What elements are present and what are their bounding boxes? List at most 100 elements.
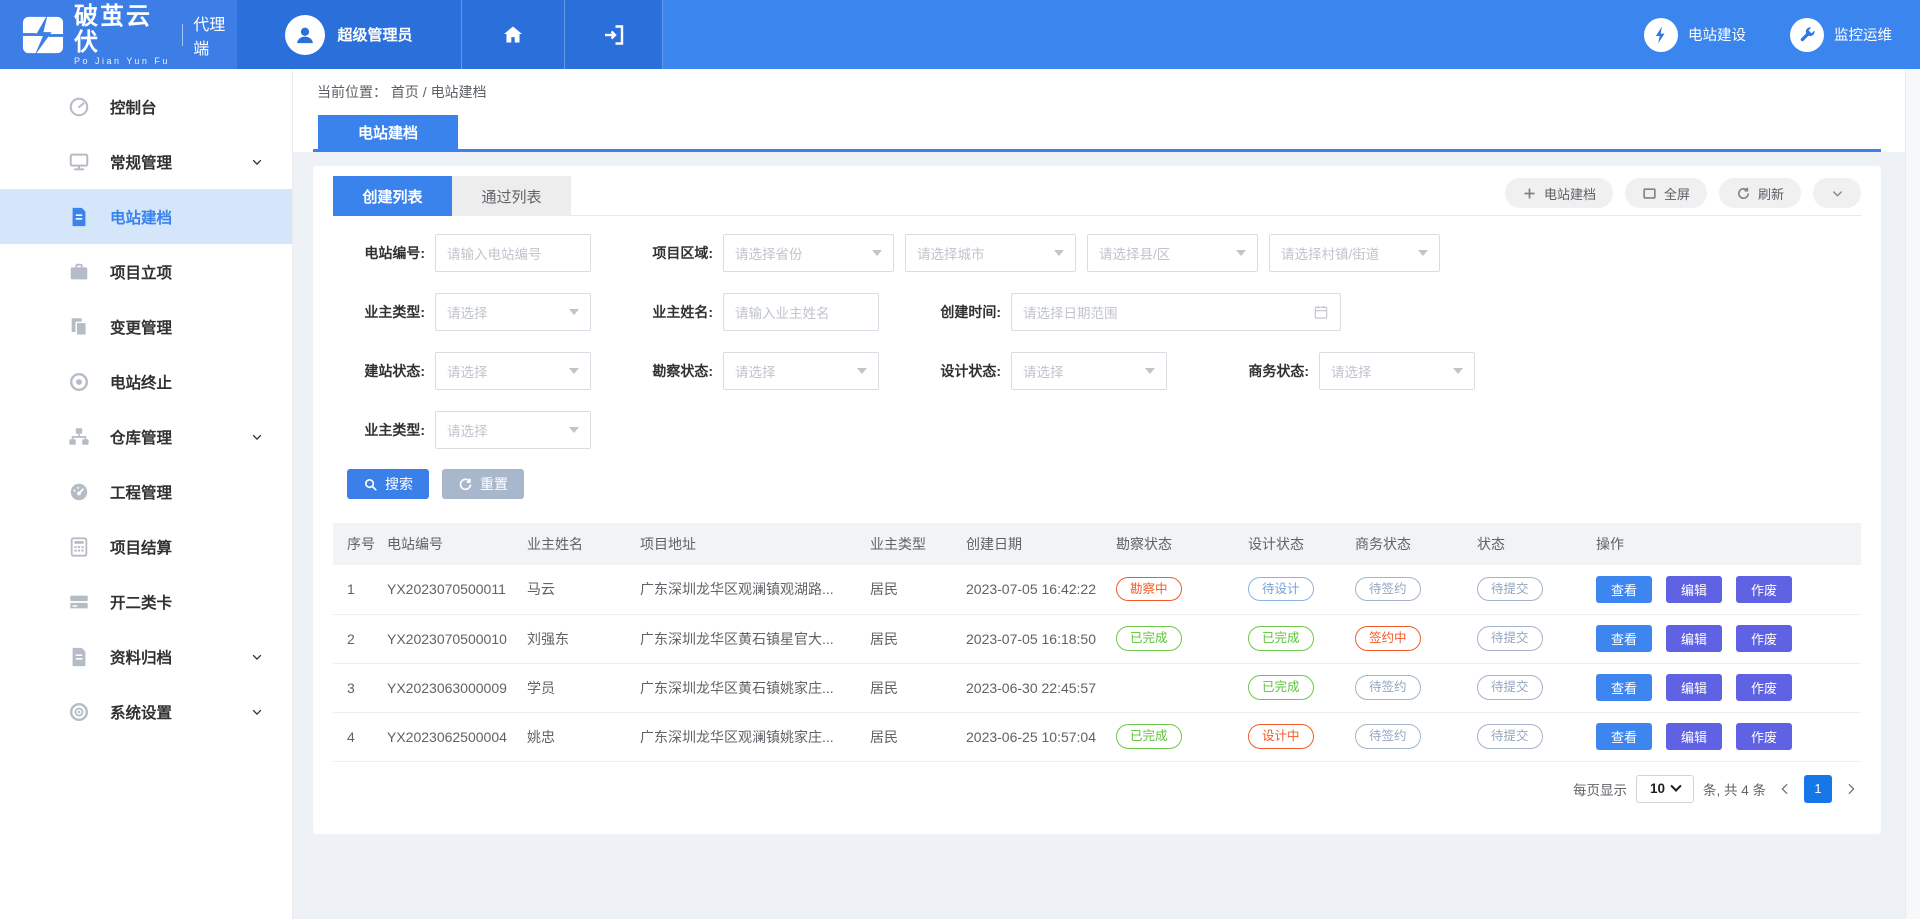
sidebar-item-station-archive[interactable]: 电站建档 <box>0 189 292 244</box>
toolbar-collapse-button[interactable] <box>1813 178 1861 208</box>
page-1-button[interactable]: 1 <box>1804 775 1832 803</box>
divider <box>182 24 183 46</box>
select-arrow-icon <box>872 250 882 256</box>
void-button[interactable]: 作废 <box>1736 674 1792 701</box>
prev-page-button[interactable] <box>1775 779 1795 799</box>
owner-name-cell: 姚忠 <box>519 712 632 761</box>
sidebar-item-second-type-card[interactable]: 开二类卡 <box>0 574 292 629</box>
survey-status-select[interactable]: 请选择 <box>723 352 879 390</box>
sidebar-item-general-management[interactable]: 常规管理 <box>0 134 292 189</box>
sidebar-item-engineering-management[interactable]: 工程管理 <box>0 464 292 519</box>
page-tab-station-archive[interactable]: 电站建档 <box>318 115 458 149</box>
record-icon <box>68 371 90 393</box>
breadcrumb-home[interactable]: 首页 <box>391 84 419 100</box>
refresh-icon <box>1736 186 1751 201</box>
chevron-down-icon <box>250 705 264 719</box>
column-header: 勘察状态 <box>1108 523 1240 565</box>
reset-button[interactable]: 重置 <box>442 469 524 499</box>
station-code-input[interactable]: 请输入电站编号 <box>435 234 591 272</box>
user-menu[interactable]: 超级管理员 <box>237 0 462 69</box>
status-cell: 待提交 <box>1469 614 1588 663</box>
view-button[interactable]: 查看 <box>1596 674 1652 701</box>
actions-cell: 查看编辑作废 <box>1588 712 1861 761</box>
toolbar-fullscreen-button[interactable]: 全屏 <box>1625 178 1707 208</box>
header-nav-monitoring-ops[interactable]: 监控运维 <box>1790 18 1892 52</box>
edit-button[interactable]: 编辑 <box>1666 723 1722 750</box>
filter-field-station-code: 电站编号:请输入电站编号 <box>347 234 591 272</box>
owner-name-input[interactable]: 请输入业主姓名 <box>723 293 879 331</box>
sidebar-item-change-management[interactable]: 变更管理 <box>0 299 292 354</box>
status-cell: 待提交 <box>1469 565 1588 614</box>
project-region-select-3[interactable]: 请选择县/区 <box>1087 234 1258 272</box>
edit-button[interactable]: 编辑 <box>1666 576 1722 603</box>
header-nav-station-construction[interactable]: 电站建设 <box>1644 18 1746 52</box>
column-header: 业主姓名 <box>519 523 632 565</box>
create-time-date-input[interactable]: 请选择日期范围 <box>1011 293 1341 331</box>
sitemap-icon <box>68 426 90 448</box>
filter-label: 建站状态: <box>347 361 435 381</box>
project-region-select-1[interactable]: 请选择省份 <box>723 234 894 272</box>
project-region-select-2[interactable]: 请选择城市 <box>905 234 1076 272</box>
status-badge: 已完成 <box>1116 724 1182 748</box>
filter-row: 业主类型:请选择业主姓名:请输入业主姓名创建时间:请选择日期范围 <box>333 292 1861 331</box>
sidebar-item-warehouse-management[interactable]: 仓库管理 <box>0 409 292 464</box>
void-button[interactable]: 作废 <box>1736 576 1792 603</box>
list-tabs: 创建列表通过列表 <box>333 176 571 215</box>
view-button[interactable]: 查看 <box>1596 576 1652 603</box>
brand-subtitle: Po Jian Yun Fu <box>74 56 170 66</box>
build-status-select[interactable]: 请选择 <box>435 352 591 390</box>
per-page-select[interactable]: 10 <box>1636 775 1694 803</box>
status-badge: 待签约 <box>1355 675 1421 699</box>
status-badge: 待提交 <box>1477 577 1543 601</box>
scrollbar-track[interactable] <box>1905 69 1920 919</box>
header-nav: 电站建设 监控运维 <box>1644 0 1920 69</box>
logout-icon <box>602 23 626 47</box>
sidebar-item-project-initiation[interactable]: 项目立项 <box>0 244 292 299</box>
username: 超级管理员 <box>337 24 412 45</box>
business-status-select[interactable]: 请选择 <box>1319 352 1475 390</box>
header-spacer <box>663 0 1644 69</box>
sidebar-item-project-settlement[interactable]: 项目结算 <box>0 519 292 574</box>
void-button[interactable]: 作废 <box>1736 723 1792 750</box>
calendar-icon <box>1313 304 1329 320</box>
status-badge: 待提交 <box>1477 626 1543 650</box>
edit-button[interactable]: 编辑 <box>1666 625 1722 652</box>
view-button[interactable]: 查看 <box>1596 625 1652 652</box>
home-button[interactable] <box>462 0 565 69</box>
tab-create-list[interactable]: 创建列表 <box>333 176 452 216</box>
filter-field-survey-status: 勘察状态:请选择 <box>635 352 879 390</box>
sidebar-item-system-settings[interactable]: 系统设置 <box>0 684 292 739</box>
status-cell: 待提交 <box>1469 663 1588 712</box>
chevron-down-icon <box>250 155 264 169</box>
sidebar-item-console[interactable]: 控制台 <box>0 79 292 134</box>
address-cell: 广东深圳龙华区黄石镇星官大... <box>632 614 862 663</box>
target-icon <box>68 701 90 723</box>
owner-type-2-select[interactable]: 请选择 <box>435 411 591 449</box>
project-region-select-4[interactable]: 请选择村镇/街道 <box>1269 234 1440 272</box>
column-header: 创建日期 <box>958 523 1108 565</box>
status-badge: 签约中 <box>1355 626 1421 650</box>
design-status-select[interactable]: 请选择 <box>1011 352 1167 390</box>
sidebar-item-station-termination[interactable]: 电站终止 <box>0 354 292 409</box>
toolbar-refresh-button[interactable]: 刷新 <box>1719 178 1801 208</box>
chevron-left-icon <box>1778 782 1792 796</box>
panel: 创建列表通过列表 电站建档全屏刷新 电站编号:请输入电站编号项目区域:请选择省份… <box>313 166 1881 834</box>
next-page-button[interactable] <box>1841 779 1861 799</box>
owner-name-cell: 刘强东 <box>519 614 632 663</box>
sidebar-item-data-archive[interactable]: 资料归档 <box>0 629 292 684</box>
filter-field-owner-type-2: 业主类型:请选择 <box>347 411 591 449</box>
toolbar-create-station-button[interactable]: 电站建档 <box>1505 178 1613 208</box>
edit-button[interactable]: 编辑 <box>1666 674 1722 701</box>
view-button[interactable]: 查看 <box>1596 723 1652 750</box>
owner-name-cell: 学员 <box>519 663 632 712</box>
void-button[interactable]: 作废 <box>1736 625 1792 652</box>
status-badge: 勘察中 <box>1116 577 1182 601</box>
station-code-cell: YX2023063000009 <box>379 663 519 712</box>
owner-type-cell: 居民 <box>862 614 958 663</box>
filter-label: 业主姓名: <box>635 302 723 322</box>
filter-field-design-status: 设计状态:请选择 <box>923 352 1167 390</box>
owner-type-select[interactable]: 请选择 <box>435 293 591 331</box>
tab-passed-list[interactable]: 通过列表 <box>452 176 571 216</box>
search-button[interactable]: 搜索 <box>347 469 429 499</box>
logout-button[interactable] <box>565 0 663 69</box>
